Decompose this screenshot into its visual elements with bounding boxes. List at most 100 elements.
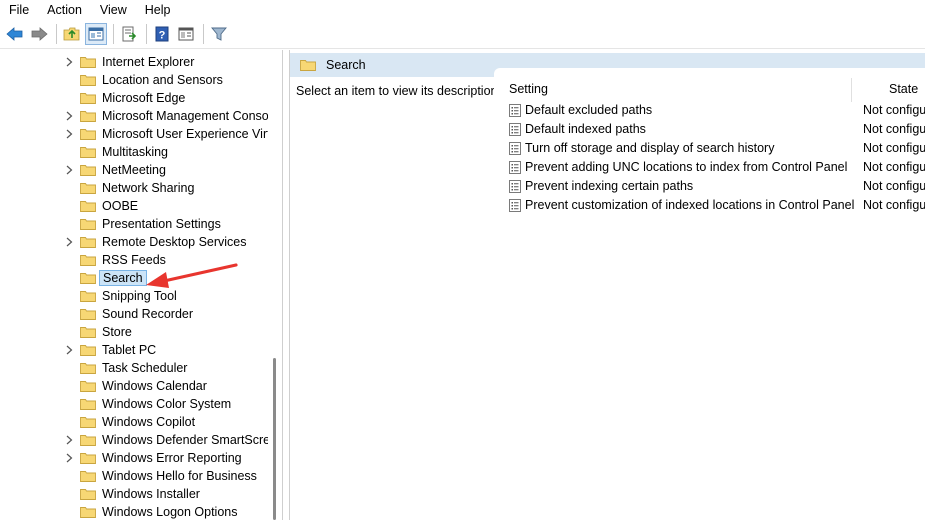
setting-row[interactable]: Prevent adding UNC locations to index fr… (494, 158, 925, 177)
tree-item[interactable]: Windows Copilot (0, 413, 268, 431)
help-icon[interactable]: ? (151, 23, 173, 45)
export-list-icon[interactable] (118, 23, 140, 45)
tree-item[interactable]: Windows Color System (0, 395, 268, 413)
tree-item[interactable]: Location and Sensors (0, 71, 268, 89)
tree-item-label: Windows Defender SmartScre (102, 433, 271, 447)
setting-name: Prevent indexing certain paths (525, 179, 694, 193)
tree-item-label: Internet Explorer (102, 55, 195, 69)
tree-item[interactable]: Windows Installer (0, 485, 268, 503)
setting-row[interactable]: Turn off storage and display of search h… (494, 139, 925, 158)
column-header-setting[interactable]: Setting (509, 80, 548, 98)
tree-item[interactable]: NetMeeting (0, 161, 268, 179)
svg-text:?: ? (159, 30, 166, 42)
tree-item-label: Microsoft Management Conso (102, 109, 269, 123)
setting-row[interactable]: Prevent indexing certain paths Not config… (494, 177, 925, 196)
tree-item-label: Multitasking (102, 145, 168, 159)
tree-item-label: Sound Recorder (102, 307, 194, 321)
tree-item[interactable]: OOBE (0, 197, 268, 215)
forward-icon[interactable] (28, 23, 50, 45)
tree-item-label: Microsoft User Experience Virt (102, 127, 271, 141)
folder-icon (80, 363, 96, 374)
setting-state: Not configu (863, 179, 925, 193)
chevron-right-icon[interactable] (64, 431, 74, 449)
tree-item[interactable]: Microsoft User Experience Virt (0, 125, 271, 143)
chevron-right-icon[interactable] (64, 341, 74, 359)
tree-item[interactable]: Network Sharing (0, 179, 268, 197)
tree-item-label: Presentation Settings (102, 217, 221, 231)
folder-icon (80, 147, 96, 158)
tree-item[interactable]: Remote Desktop Services (0, 233, 268, 251)
tree-item-label: Windows Hello for Business (102, 469, 257, 483)
properties-icon[interactable] (175, 23, 197, 45)
tree-scrollbar-thumb[interactable] (273, 358, 276, 520)
folder-icon (80, 471, 96, 482)
tree-item-label: Windows Error Reporting (102, 451, 242, 465)
toolbar: ? (0, 20, 925, 49)
tree-item[interactable]: Windows Defender SmartScre (0, 431, 271, 449)
chevron-right-icon[interactable] (64, 125, 74, 143)
tree-item[interactable]: Internet Explorer (0, 53, 268, 71)
tree-item-label: Network Sharing (102, 181, 195, 195)
tree-item[interactable]: Windows Hello for Business (0, 467, 268, 485)
setting-state: Not configu (863, 122, 925, 136)
folder-icon (80, 201, 96, 212)
annotation-arrow-icon (146, 263, 238, 288)
tree-item[interactable]: Tablet PC (0, 341, 268, 359)
folder-icon (80, 417, 96, 428)
folder-icon (80, 111, 96, 122)
tree-item[interactable]: Microsoft Management Conso (0, 107, 269, 125)
tree-item[interactable]: Windows Calendar (0, 377, 268, 395)
folder-icon (80, 165, 96, 176)
tree-item-label: Task Scheduler (102, 361, 188, 375)
setting-row[interactable]: Default excluded paths Not configu (494, 101, 925, 120)
toolbar-separator (146, 24, 147, 44)
policy-setting-icon (509, 199, 521, 212)
menu-help[interactable]: Help (136, 0, 180, 20)
folder-icon (80, 93, 96, 104)
filter-icon[interactable] (208, 23, 230, 45)
setting-name: Default indexed paths (525, 122, 646, 136)
setting-name: Default excluded paths (525, 103, 653, 117)
setting-name: Prevent adding UNC locations to index fr… (525, 160, 848, 174)
toolbar-separator (113, 24, 114, 44)
folder-icon (80, 453, 96, 464)
menu-view[interactable]: View (91, 0, 136, 20)
menu-file[interactable]: File (0, 0, 38, 20)
tree-item[interactable]: Microsoft Edge (0, 89, 268, 107)
folder-icon (80, 381, 96, 392)
description-text: Select an item to view its description. (296, 84, 501, 98)
tree-item[interactable]: Windows Logon Options (0, 503, 268, 520)
folder-icon (80, 75, 96, 86)
setting-state: Not configu (863, 103, 925, 117)
chevron-right-icon[interactable] (64, 233, 74, 251)
tree-item[interactable]: Presentation Settings (0, 215, 268, 233)
setting-row[interactable]: Prevent customization of indexed locatio… (494, 196, 925, 215)
tree-item[interactable]: Windows Error Reporting (0, 449, 268, 467)
folder-icon (80, 183, 96, 194)
show-hide-tree-icon[interactable] (85, 23, 107, 45)
column-divider[interactable] (851, 78, 852, 102)
column-header-state[interactable]: State (889, 80, 918, 98)
folder-icon (80, 309, 96, 320)
menu-action[interactable]: Action (38, 0, 91, 20)
folder-icon (80, 57, 96, 68)
tree-item[interactable]: Task Scheduler (0, 359, 268, 377)
chevron-right-icon[interactable] (64, 449, 74, 467)
back-icon[interactable] (4, 23, 26, 45)
policy-setting-icon (509, 123, 521, 136)
settings-list: Setting State Default excluded paths Not … (494, 68, 925, 520)
chevron-right-icon[interactable] (64, 53, 74, 71)
up-folder-icon[interactable] (61, 23, 83, 45)
chevron-right-icon[interactable] (64, 107, 74, 125)
folder-icon (80, 327, 96, 338)
tree-item[interactable]: Multitasking (0, 143, 268, 161)
folder-icon (80, 273, 96, 284)
setting-state: Not configu (863, 160, 925, 174)
chevron-right-icon[interactable] (64, 161, 74, 179)
tree-item-label: Windows Calendar (102, 379, 207, 393)
tree-item[interactable]: Sound Recorder (0, 305, 268, 323)
tree-item[interactable]: Store (0, 323, 268, 341)
setting-row[interactable]: Default indexed paths Not configu (494, 120, 925, 139)
policy-setting-icon (509, 180, 521, 193)
folder-icon (80, 507, 96, 518)
